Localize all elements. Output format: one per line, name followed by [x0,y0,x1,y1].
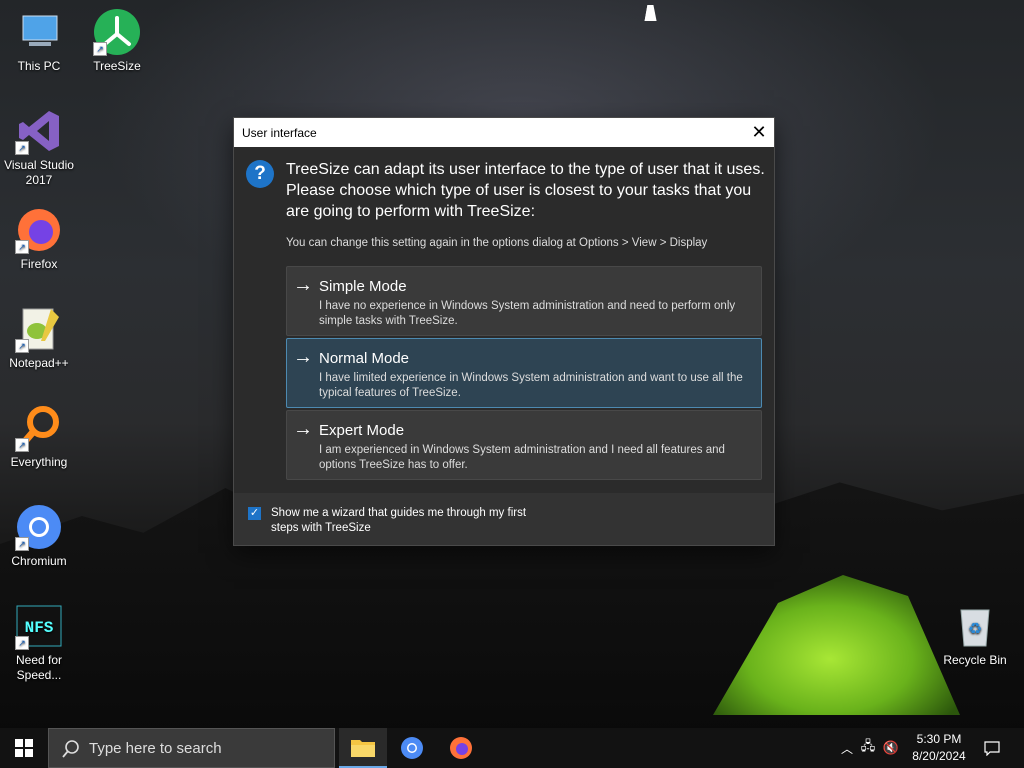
shortcut-arrow-icon: ↗ [15,141,29,155]
arrow-right-icon: → [293,418,313,440]
taskbar-file-explorer[interactable] [339,728,387,768]
desktop-icon-label: Notepad++ [9,356,69,370]
shortcut-arrow-icon: ↗ [15,537,29,551]
arrow-right-icon: → [293,346,313,368]
computer-icon [15,8,63,56]
dialog-hint-text: You can change this setting again in the… [286,237,708,249]
dialog-titlebar[interactable]: User interface ✕ [234,118,774,147]
dialog-footer: ✓ Show me a wizard that guides me throug… [234,493,774,545]
chromium-icon: ↗ [15,503,63,551]
desktop-icon-need-for-speed[interactable]: NFS ↗ Need for Speed... [0,602,78,683]
desktop-icon-notepad-plus-plus[interactable]: ↗ Notepad++ [0,305,78,371]
mode-description: I have no experience in Windows System a… [319,300,736,327]
desktop-icon-label: Firefox [20,257,58,271]
search-icon [61,739,81,759]
shortcut-arrow-icon: ↗ [15,438,29,452]
normal-mode-button[interactable]: → Normal Mode I have limited experience … [286,338,762,408]
dialog-intro-text: TreeSize can adapt its user interface to… [286,161,765,220]
treesize-icon: ↗ [93,8,141,56]
shortcut-arrow-icon: ↗ [15,339,29,353]
network-icon[interactable]: 🖧 [856,737,880,759]
shortcut-arrow-icon: ↗ [15,240,29,254]
desktop-icon-visual-studio[interactable]: ↗ Visual Studio 2017 [0,107,78,188]
close-icon: ✕ [751,122,767,142]
need-for-speed-icon: NFS ↗ [15,602,63,650]
desktop-icon-label: TreeSize [93,59,141,73]
desktop-icon-treesize[interactable]: ↗ TreeSize [78,8,156,74]
file-explorer-icon [351,740,375,757]
desktop-icon-label: Recycle Bin [943,653,1007,667]
dialog-title: User interface [242,125,317,140]
mode-description: I am experienced in Windows System admin… [319,444,725,471]
mode-title: Normal Mode [319,350,410,367]
search-placeholder: Type here to search [89,739,222,757]
start-button[interactable] [0,728,48,768]
desktop-icon-everything[interactable]: ↗ Everything [0,404,78,470]
firefox-icon: ↗ [15,206,63,254]
desktop-icon-firefox[interactable]: ↗ Firefox [0,206,78,272]
shortcut-arrow-icon: ↗ [15,636,29,650]
desktop-icon-chromium[interactable]: ↗ Chromium [0,503,78,569]
simple-mode-button[interactable]: → Simple Mode I have no experience in Wi… [286,266,762,336]
everything-search-icon: ↗ [15,404,63,452]
desktop-icon-label: Everything [10,455,68,469]
taskbar-search-box[interactable]: Type here to search [48,728,335,768]
chevron-up-icon[interactable]: ︿ [838,740,856,757]
system-tray: ︿ 🖧 🔇 [838,728,902,768]
desktop-icon-recycle-bin[interactable]: ♻ Recycle Bin [936,602,1014,668]
question-icon: ? [246,160,274,188]
recycle-bin-icon: ♻ [951,602,999,650]
volume-muted-icon[interactable]: 🔇 [880,740,902,756]
mode-title: Expert Mode [319,422,405,439]
desktop-icon-label: Visual Studio 2017 [4,158,74,187]
svg-text:NFS: NFS [25,619,54,637]
clock-date: 8/20/2024 [912,749,966,763]
expert-mode-button[interactable]: → Expert Mode I am experienced in Window… [286,410,762,480]
shortcut-arrow-icon: ↗ [93,42,107,56]
action-center-button[interactable] [980,728,1004,768]
close-button[interactable]: ✕ [744,118,774,147]
chromium-icon [401,737,423,759]
notepad-plus-plus-icon: ↗ [15,305,63,353]
taskbar-chromium[interactable] [388,728,436,768]
clock-time: 5:30 PM [916,732,962,746]
desktop-icon-label: Need for Speed... [15,653,63,682]
taskbar: Type here to search ︿ 🖧 🔇 5:30 PM 8/20/2… [0,728,1024,768]
desktop-icon-this-pc[interactable]: This PC [0,8,78,74]
mouse-cursor-icon [644,5,660,21]
taskbar-firefox[interactable] [437,728,485,768]
visual-studio-icon: ↗ [15,107,63,155]
notification-icon [984,741,1000,756]
firefox-icon [450,737,472,759]
desktop-icon-label: This PC [17,59,61,73]
mode-description: I have limited experience in Windows Sys… [319,372,743,399]
mode-title: Simple Mode [319,278,407,295]
taskbar-clock[interactable]: 5:30 PM 8/20/2024 [904,731,974,765]
arrow-right-icon: → [293,274,313,296]
svg-text:♻: ♻ [968,619,982,638]
windows-logo-icon [15,739,33,757]
desktop-icon-label: Chromium [11,554,67,568]
wizard-checkbox[interactable]: ✓ [248,507,261,520]
wizard-checkbox-label[interactable]: Show me a wizard that guides me through … [271,506,551,536]
user-interface-dialog: User interface ✕ ? TreeSize can adapt it… [234,118,774,545]
